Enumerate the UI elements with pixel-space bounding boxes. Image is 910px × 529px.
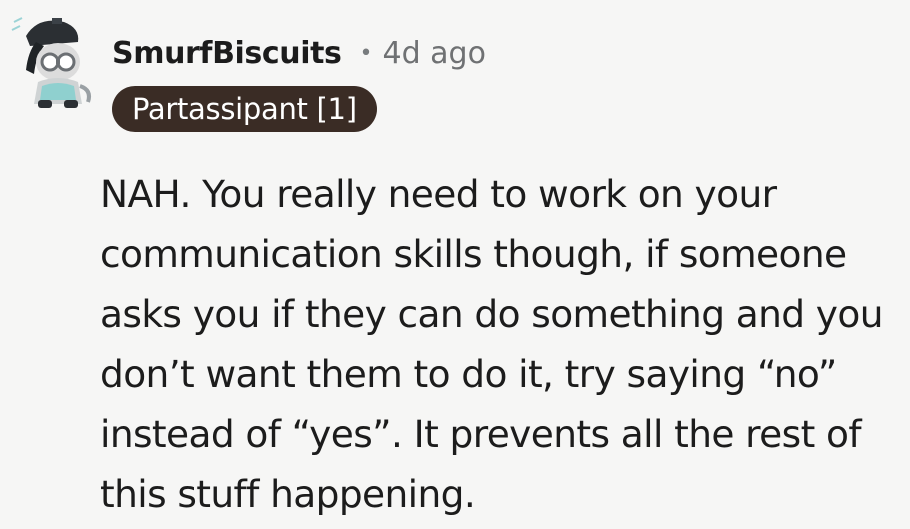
user-avatar-icon[interactable] [8, 12, 100, 112]
meta-separator: • [359, 41, 373, 66]
user-flair-badge: Partassipant [1] [112, 86, 377, 132]
comment: SmurfBiscuits • 4d ago Partassipant [1] … [0, 0, 910, 529]
snoo-avatar-icon [11, 17, 91, 108]
comment-body: NAH. You really need to work on your com… [100, 172, 884, 516]
author-username[interactable]: SmurfBiscuits [112, 36, 342, 71]
comment-timestamp[interactable]: 4d ago [382, 36, 485, 71]
comment-meta: SmurfBiscuits • 4d ago [112, 36, 486, 71]
